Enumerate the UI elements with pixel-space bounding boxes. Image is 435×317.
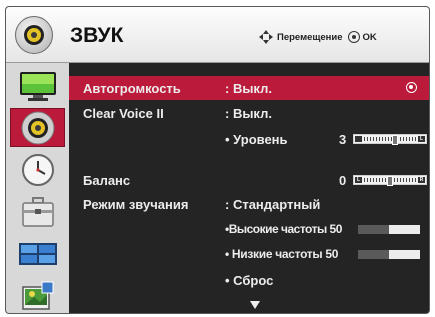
- navigation-hint-label: Перемещение: [277, 31, 343, 43]
- clock-icon: [21, 153, 54, 186]
- treble-row[interactable]: •Высокие частоты 50: [69, 217, 429, 241]
- balance-row[interactable]: Баланс 0 L R: [69, 168, 429, 192]
- toolbox-icon: [21, 196, 54, 227]
- sound-mode-label: Режим звучания: [83, 197, 189, 212]
- sound-mode-row[interactable]: Режим звучания : Стандартный: [69, 192, 429, 216]
- bass-row[interactable]: • Низкие частоты 50: [69, 242, 429, 266]
- sound-mode-value: : Стандартный: [225, 197, 321, 212]
- selected-indicator-icon: [406, 82, 417, 93]
- balance-slider-knob[interactable]: [387, 176, 393, 186]
- bass-label: • Низкие частоты 50: [225, 247, 339, 261]
- sidebar-item-picture[interactable]: [10, 66, 65, 105]
- auto-volume-label: Автогромкость: [83, 81, 181, 96]
- speaker-icon: [15, 16, 53, 54]
- clear-voice-value: : Выкл.: [225, 106, 272, 121]
- bass-bar-fill: [358, 250, 389, 259]
- navigation-hint: Перемещение OK: [259, 30, 377, 44]
- balance-label: Баланс: [83, 173, 131, 188]
- reset-label: • Сброс: [225, 273, 274, 288]
- level-value: 3: [339, 132, 347, 147]
- sidebar-item-option[interactable]: [10, 192, 65, 231]
- balance-slider[interactable]: L R: [353, 175, 427, 186]
- treble-label: •Высокие частоты 50: [225, 222, 342, 236]
- reset-row[interactable]: • Сброс: [69, 268, 429, 292]
- clear-voice-row[interactable]: Clear Voice II : Выкл.: [69, 101, 429, 125]
- sidebar-item-pip[interactable]: [10, 234, 65, 273]
- treble-bar[interactable]: [358, 225, 420, 234]
- sidebar-item-input[interactable]: [10, 276, 65, 313]
- speaker-icon: [21, 111, 54, 144]
- auto-volume-value: : Выкл.: [225, 81, 272, 96]
- input-icon: [21, 281, 53, 310]
- scroll-down-arrow-icon[interactable]: [250, 301, 260, 309]
- ok-icon: [347, 31, 360, 43]
- page-title: ЗВУК: [70, 24, 124, 47]
- balance-value: 0: [339, 173, 347, 188]
- bass-bar[interactable]: [358, 250, 420, 259]
- category-sidebar: [6, 63, 69, 313]
- sidebar-item-sound[interactable]: [10, 108, 65, 147]
- sound-menu-window: ЗВУК Перемещение OK Автогромкость: Выкл…: [5, 6, 430, 314]
- level-slider[interactable]: L: [353, 134, 427, 145]
- balance-slider-right-label: R: [418, 177, 425, 183]
- menu-header: ЗВУК Перемещение OK: [6, 7, 429, 63]
- level-slider-knob[interactable]: [391, 135, 398, 145]
- sound-settings-list: Автогромкость : Выкл. Clear Voice II : В…: [69, 63, 429, 313]
- balance-slider-left-label: L: [355, 177, 362, 183]
- ok-label: OK: [362, 31, 377, 43]
- level-slider-min-marker: [355, 136, 362, 142]
- clear-voice-label: Clear Voice II: [83, 106, 164, 121]
- sidebar-item-time[interactable]: [10, 150, 65, 189]
- monitor-icon: [19, 71, 56, 101]
- level-slider-max-label: L: [418, 136, 425, 142]
- treble-bar-fill: [358, 225, 389, 234]
- auto-volume-row[interactable]: Автогромкость : Выкл.: [69, 76, 429, 100]
- level-row[interactable]: • Уровень 3 L: [69, 127, 429, 151]
- level-label: • Уровень: [225, 132, 288, 147]
- navigation-arrows-icon: [259, 30, 273, 44]
- split-screen-icon: [18, 242, 57, 265]
